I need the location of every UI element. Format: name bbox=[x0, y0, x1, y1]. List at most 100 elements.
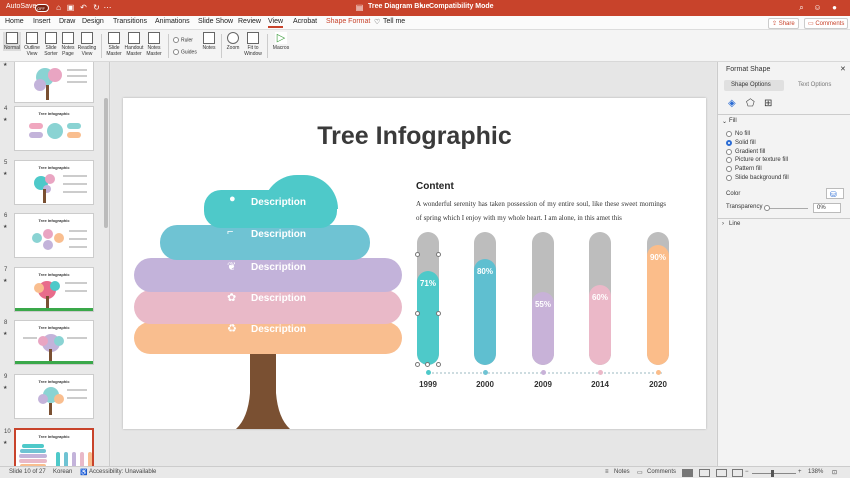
notes-page-button[interactable]: Notes Page bbox=[60, 32, 76, 57]
share-icon: ⇪ bbox=[772, 21, 779, 27]
zoom-label: Zoom bbox=[226, 45, 240, 51]
language-indicator[interactable]: Korean bbox=[53, 469, 72, 475]
zoom-slider[interactable] bbox=[752, 473, 796, 474]
zoom-button[interactable]: Zoom bbox=[225, 32, 241, 51]
fill-line-icon[interactable]: ◈ bbox=[728, 98, 736, 109]
resize-handle[interactable] bbox=[415, 362, 420, 367]
tab-shape-format[interactable]: Shape Format bbox=[326, 18, 370, 25]
zoom-slider-thumb[interactable] bbox=[771, 470, 774, 477]
slide-thumbnail[interactable]: Tree Infographic bbox=[14, 320, 94, 365]
resize-handle[interactable] bbox=[415, 252, 420, 257]
slide-thumbnail[interactable]: Tree Infographic bbox=[14, 106, 94, 151]
search-icon[interactable]: ⌕ bbox=[797, 3, 806, 12]
tab-slide-show[interactable]: Slide Show bbox=[198, 18, 233, 25]
redo-icon[interactable]: ↻ bbox=[92, 3, 101, 12]
slide-sorter-toggle[interactable] bbox=[699, 469, 710, 477]
comments-toggle[interactable]: Comments bbox=[647, 469, 676, 475]
autosave-state: OFF bbox=[37, 6, 45, 11]
ribbon-divider bbox=[101, 34, 102, 58]
reading-view-button[interactable]: Reading View bbox=[77, 32, 97, 57]
transparency-input[interactable]: 0% bbox=[813, 203, 841, 213]
slide-thumbnail[interactable]: Tree Infographic bbox=[14, 267, 94, 312]
ruler-checkbox[interactable]: Ruler bbox=[173, 37, 193, 43]
account-icon[interactable]: ● bbox=[830, 3, 839, 12]
outline-view-label: Outline View bbox=[24, 45, 40, 57]
autosave-toggle[interactable]: OFF bbox=[35, 4, 49, 12]
home-icon[interactable]: ⌂ bbox=[54, 3, 63, 12]
notes-label: Notes bbox=[202, 45, 216, 51]
transparency-slider-thumb[interactable] bbox=[764, 205, 770, 211]
thumbnail-number: 6 bbox=[4, 213, 8, 219]
accessibility-status[interactable]: Accessibility: Unavailable bbox=[89, 469, 156, 475]
color-picker-button[interactable]: ⛁ bbox=[826, 188, 844, 199]
zoom-in-button[interactable]: + bbox=[798, 469, 802, 475]
no-fill-radio[interactable] bbox=[726, 131, 732, 137]
fill-section-header[interactable]: Fill bbox=[729, 118, 737, 124]
fit-to-window-button[interactable]: Fit to Window bbox=[243, 32, 263, 57]
resize-handle[interactable] bbox=[436, 252, 441, 257]
tab-home[interactable]: Home bbox=[5, 18, 24, 25]
undo-icon[interactable]: ↶ bbox=[79, 3, 88, 12]
tab-insert[interactable]: Insert bbox=[33, 18, 51, 25]
handout-master-button[interactable]: Handout Master bbox=[124, 32, 144, 57]
notes-master-button[interactable]: Notes Master bbox=[145, 32, 163, 57]
normal-view-button[interactable]: Normal bbox=[3, 32, 21, 51]
close-icon[interactable]: ✕ bbox=[840, 65, 846, 73]
guides-checkbox[interactable]: Guides bbox=[173, 49, 197, 55]
notes-toggle[interactable]: Notes bbox=[614, 469, 630, 475]
tab-design[interactable]: Design bbox=[82, 18, 104, 25]
resize-handle[interactable] bbox=[436, 362, 441, 367]
tab-shape-options[interactable]: Shape Options bbox=[724, 80, 784, 91]
notes-button[interactable]: Notes bbox=[201, 32, 217, 51]
reading-view-toggle[interactable] bbox=[716, 469, 727, 477]
tab-acrobat[interactable]: Acrobat bbox=[293, 18, 317, 25]
tell-me-search[interactable]: Tell me bbox=[383, 18, 405, 25]
smiley-icon[interactable]: ☺ bbox=[813, 3, 822, 12]
slide-master-button[interactable]: Slide Master bbox=[105, 32, 123, 57]
fit-slide-icon[interactable]: ⊡ bbox=[832, 469, 837, 476]
resize-handle[interactable] bbox=[415, 311, 420, 316]
picture-fill-radio[interactable] bbox=[726, 157, 732, 163]
zoom-level[interactable]: 138% bbox=[808, 469, 823, 475]
thumbnails-scrollbar[interactable] bbox=[104, 98, 108, 228]
slide-show-toggle[interactable] bbox=[732, 469, 743, 477]
slide-thumbnail[interactable]: Tree Infographic bbox=[14, 160, 94, 205]
tab-text-options[interactable]: Text Options bbox=[798, 82, 831, 88]
more-icon[interactable]: ⋯ bbox=[103, 3, 112, 12]
zoom-out-button[interactable]: − bbox=[745, 469, 749, 475]
line-section-header[interactable]: Line bbox=[729, 221, 740, 227]
resize-handle[interactable] bbox=[436, 311, 441, 316]
slide[interactable]: Tree Infographic ● Description ⌐ Descrip… bbox=[123, 98, 706, 429]
slide-thumbnail[interactable]: Tree Infographic bbox=[14, 213, 94, 258]
share-button[interactable]: ⇪ Share bbox=[768, 18, 799, 29]
effects-icon[interactable]: ⬠ bbox=[746, 98, 755, 109]
tab-draw[interactable]: Draw bbox=[59, 18, 75, 25]
transparency-label: Transparency bbox=[726, 204, 763, 210]
macros-button[interactable]: ▷ Macros bbox=[272, 32, 290, 51]
slide-thumbnail[interactable] bbox=[14, 62, 94, 103]
outline-view-button[interactable]: Outline View bbox=[23, 32, 41, 57]
tab-transitions[interactable]: Transitions bbox=[113, 18, 147, 25]
pattern-fill-radio[interactable] bbox=[726, 166, 732, 172]
normal-view-toggle[interactable] bbox=[682, 469, 693, 477]
slide-sorter-button[interactable]: Slide Sorter bbox=[42, 32, 60, 57]
thumbnail-title: Tree Infographic bbox=[38, 165, 70, 170]
tab-animations[interactable]: Animations bbox=[155, 18, 190, 25]
slide-background-fill-label: Slide background fill bbox=[735, 175, 789, 181]
transparency-slider[interactable] bbox=[768, 208, 808, 209]
resize-handle[interactable] bbox=[425, 362, 430, 367]
tab-view[interactable]: View bbox=[268, 18, 284, 28]
fill-section-chevron-icon[interactable]: ⌄ bbox=[722, 118, 727, 125]
size-position-icon[interactable]: ⊞ bbox=[764, 98, 772, 109]
slide-sorter-label: Slide Sorter bbox=[44, 45, 58, 57]
solid-fill-radio[interactable] bbox=[726, 140, 732, 146]
slide-background-fill-radio[interactable] bbox=[726, 175, 732, 181]
line-section-chevron-icon[interactable]: › bbox=[722, 221, 724, 227]
slide-thumbnail[interactable]: Tree Infographic bbox=[14, 374, 94, 419]
slide-thumbnail-selected[interactable]: Tree Infographic bbox=[14, 428, 94, 466]
save-icon[interactable]: ▣ bbox=[66, 3, 75, 12]
tab-review[interactable]: Review bbox=[238, 18, 261, 25]
comments-button[interactable]: ▭ Comments bbox=[804, 18, 849, 29]
lightbulb-icon: ♡ bbox=[374, 19, 381, 26]
gradient-fill-radio[interactable] bbox=[726, 149, 732, 155]
